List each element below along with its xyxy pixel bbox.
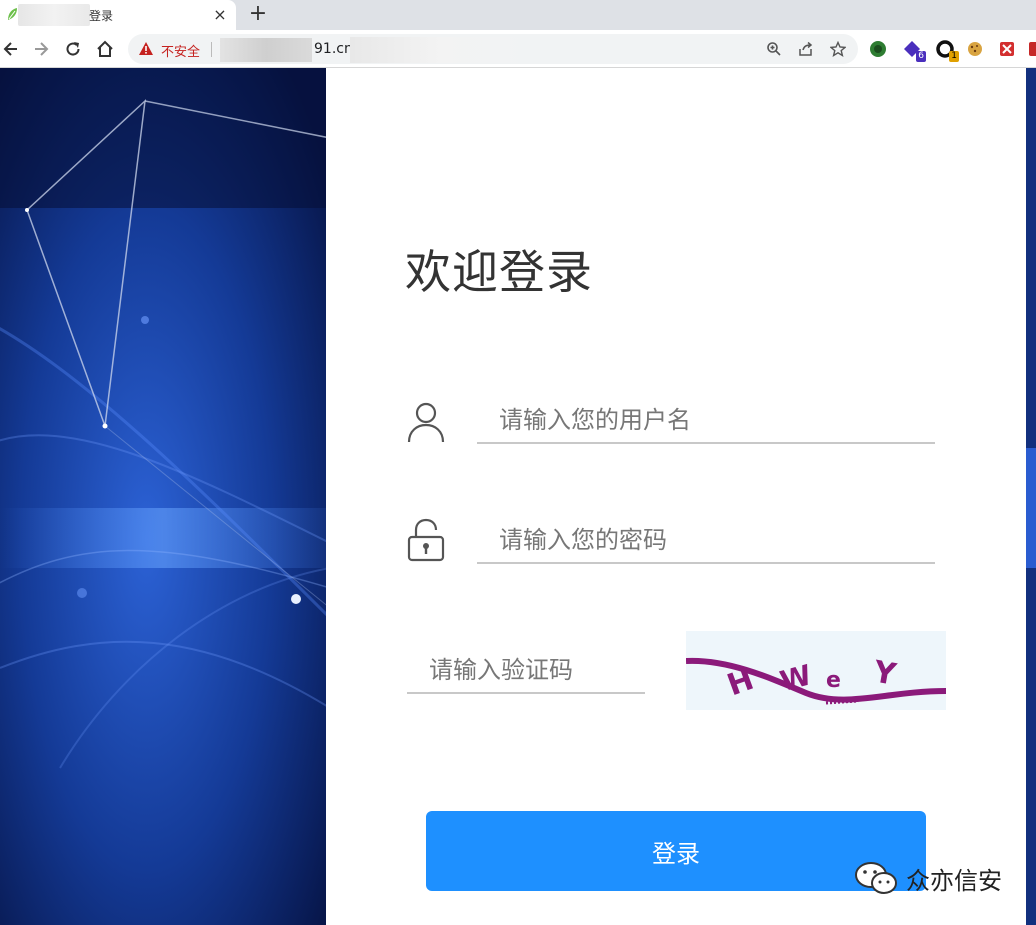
tab-title: 登录 — [89, 9, 114, 23]
purple-extension-icon[interactable]: 6 — [900, 37, 926, 62]
svg-text:e: e — [826, 668, 841, 693]
extension-badge: 1 — [949, 51, 959, 62]
url-redacted — [220, 38, 312, 62]
forward-icon[interactable] — [28, 36, 54, 62]
login-button[interactable]: 登录 — [426, 811, 926, 891]
address-bar[interactable]: 不安全 91.cn/ — [128, 34, 858, 64]
tab-close-icon[interactable]: × — [210, 5, 230, 25]
username-input[interactable] — [477, 398, 935, 444]
watermark-text: 众亦信安 — [906, 866, 1002, 895]
leaf-favicon-icon — [8, 8, 17, 20]
address-divider — [211, 42, 212, 57]
zoom-icon[interactable] — [764, 39, 784, 59]
reload-icon[interactable] — [60, 36, 86, 62]
captcha-input[interactable] — [407, 648, 645, 694]
black-extension-icon[interactable]: 1 — [933, 37, 959, 62]
page-viewport: 欢迎登录 H W e Y 登录 众亦信安 — [0, 68, 1036, 925]
user-icon — [407, 402, 445, 443]
home-icon[interactable] — [92, 36, 118, 62]
warning-icon — [139, 42, 153, 55]
share-icon[interactable] — [796, 39, 816, 59]
captcha-image[interactable]: H W e Y — [686, 631, 946, 710]
extension-badge: 6 — [916, 51, 926, 62]
back-icon[interactable] — [0, 36, 24, 62]
wechat-icon — [855, 862, 897, 894]
url-redacted-tail — [350, 37, 530, 63]
green-extension-icon[interactable] — [866, 37, 890, 61]
background-edge-decoration — [1026, 68, 1036, 925]
login-title: 欢迎登录 — [405, 245, 593, 299]
star-icon[interactable] — [828, 39, 848, 59]
unlock-icon — [407, 518, 445, 562]
cookie-extension-icon[interactable] — [963, 37, 987, 61]
watermark: 众亦信安 — [854, 858, 1002, 898]
password-input[interactable] — [477, 518, 935, 564]
browser-tab[interactable]: 登录 × — [0, 0, 236, 30]
tab-title-redacted — [18, 4, 90, 26]
security-status[interactable]: 不安全 — [161, 41, 200, 60]
background-decoration — [0, 68, 326, 925]
new-tab-button[interactable]: + — [246, 3, 270, 27]
tab-strip: 登录 × + — [0, 0, 1036, 30]
red-extension-icon-2[interactable] — [1024, 37, 1036, 61]
browser-toolbar: 不安全 91.cn/ 6 1 — [0, 30, 1036, 68]
red-extension-icon[interactable] — [995, 37, 1019, 61]
